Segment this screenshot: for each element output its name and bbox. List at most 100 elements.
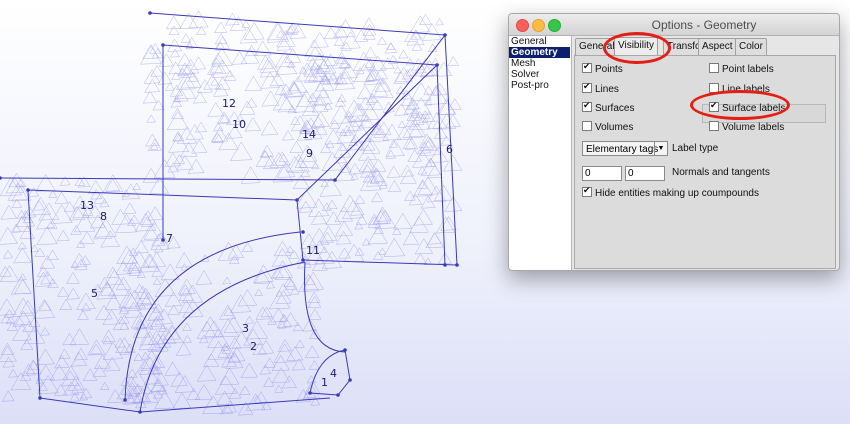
hide-compounds-checkbox[interactable]: Hide entities making up coumpounds [582, 185, 759, 199]
mesh-triangle [418, 133, 436, 148]
tab-visibility[interactable]: Visibility [614, 37, 658, 56]
mesh-triangle [254, 391, 268, 403]
mesh-triangle [144, 78, 161, 93]
mesh-triangle [333, 36, 345, 46]
mesh-triangle [286, 346, 304, 361]
surface-labels-box[interactable] [709, 100, 719, 112]
mesh-triangle [408, 193, 423, 206]
geometry-point [301, 230, 305, 234]
geometry-point [308, 391, 312, 395]
mesh-triangle [142, 168, 160, 183]
label-type-select[interactable]: Elementary tags ▼ [582, 141, 668, 156]
geometry-point [26, 188, 30, 192]
volume-labels-checkbox[interactable]: Volume labels [709, 121, 784, 133]
mesh-triangle [263, 357, 276, 368]
category-geometry[interactable]: Geometry [509, 47, 570, 58]
mesh-triangle [146, 114, 156, 123]
label-12: 12 [222, 97, 236, 110]
mesh-triangle [56, 229, 70, 242]
surfaces-box[interactable] [582, 100, 592, 112]
mesh-triangle [411, 41, 423, 51]
mesh-triangle [214, 21, 228, 33]
geometry-point [443, 33, 447, 37]
line-labels-checkbox[interactable]: Line labels [709, 83, 770, 95]
mesh-triangle [4, 308, 15, 318]
mesh-triangle [245, 97, 258, 108]
mesh-triangle [387, 54, 399, 65]
window-title: Options - Geometry [651, 18, 757, 32]
geometry-point [333, 178, 337, 182]
mesh-triangle [19, 225, 35, 240]
tab-aspect[interactable]: Aspect [698, 38, 737, 55]
lines-box[interactable] [582, 81, 592, 93]
mesh-triangle [172, 131, 185, 142]
mesh-triangle [213, 83, 229, 97]
volume-labels-box[interactable] [709, 121, 719, 131]
mesh-triangle [196, 26, 207, 36]
mesh-triangle [194, 121, 207, 133]
surface-labels-checkbox[interactable]: Surface labels [709, 100, 785, 114]
category-solver[interactable]: Solver [509, 69, 571, 80]
mesh-triangle [203, 353, 220, 368]
mesh-triangle [100, 381, 110, 391]
mesh-triangle [1, 390, 15, 402]
volumes-box[interactable] [582, 121, 592, 131]
mesh-triangle [311, 161, 320, 170]
mesh-triangle [239, 27, 258, 44]
title-bar[interactable]: Options - Geometry [509, 14, 839, 36]
point-labels-checkbox[interactable]: Point labels [709, 63, 774, 75]
mesh-triangle [111, 208, 130, 225]
mesh-triangle [102, 341, 124, 360]
zoom-button[interactable] [548, 19, 561, 32]
mesh-triangle [90, 188, 103, 200]
mesh-triangle [276, 30, 285, 38]
tab-color[interactable]: Color [735, 38, 767, 55]
mesh-triangle [196, 79, 213, 93]
mesh-triangle [400, 169, 417, 185]
mesh-triangle [193, 91, 207, 104]
mesh-triangle [188, 10, 209, 28]
category-post-pro[interactable]: Post-pro [509, 80, 571, 91]
minimize-button[interactable] [532, 19, 545, 32]
category-mesh[interactable]: Mesh [509, 58, 571, 69]
mesh-triangle [187, 158, 205, 174]
tab-general[interactable]: General [575, 38, 619, 55]
geometry-point [435, 63, 439, 67]
tab-transfo[interactable]: Transfo [663, 38, 703, 55]
mesh-triangle [36, 348, 55, 365]
mesh-triangle [175, 342, 192, 356]
line-labels-box[interactable] [709, 83, 719, 93]
mesh-triangle [372, 208, 391, 225]
mesh-triangle [393, 212, 413, 230]
normals-input[interactable]: 0 [582, 166, 622, 181]
mesh-triangle [79, 231, 95, 245]
mesh-triangle [39, 255, 56, 269]
mesh-triangle [419, 13, 432, 25]
mesh-triangle [171, 107, 184, 120]
mesh-triangle [432, 82, 448, 96]
label-4: 4 [330, 367, 337, 380]
mesh-triangle [40, 327, 50, 336]
mesh-triangle [57, 286, 69, 297]
category-general[interactable]: General [509, 36, 571, 47]
points-checkbox[interactable]: Points [582, 61, 623, 75]
mesh-triangle [63, 381, 80, 396]
point-labels-box[interactable] [709, 63, 719, 73]
mesh-triangle [239, 385, 251, 396]
lines-checkbox[interactable]: Lines [582, 81, 619, 95]
mesh-triangle [195, 270, 213, 285]
volumes-checkbox[interactable]: Volumes [582, 121, 633, 133]
mesh-triangle [2, 356, 15, 368]
surfaces-checkbox[interactable]: Surfaces [582, 100, 634, 114]
hide-compounds-box[interactable] [582, 185, 592, 197]
mesh-wireframe [0, 10, 463, 416]
geometry-point [138, 410, 142, 414]
mesh-triangle [69, 392, 80, 402]
mesh-triangle [34, 247, 46, 257]
points-box[interactable] [582, 61, 592, 73]
tangents-input[interactable]: 0 [625, 166, 665, 181]
mesh-triangle [301, 100, 320, 117]
mesh-triangle [267, 316, 277, 325]
mesh-triangle [36, 226, 58, 245]
close-button[interactable] [516, 19, 529, 32]
